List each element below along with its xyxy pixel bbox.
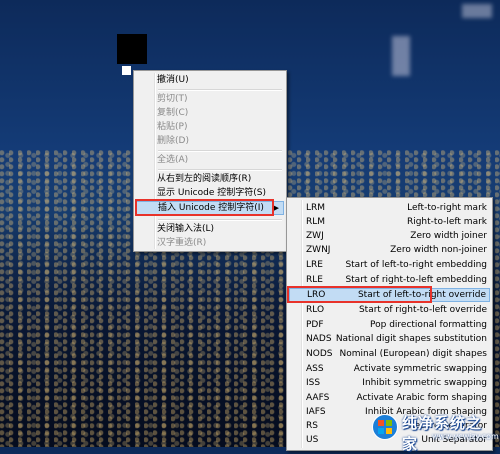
submenu-item-rle[interactable]: RLE Start of right-to-left embedding xyxy=(289,273,490,287)
submenu-item-ass[interactable]: ASS Activate symmetric swapping xyxy=(289,362,490,376)
menu-item-show-unicode-control[interactable]: 显示 Unicode 控制字符(S) xyxy=(136,186,284,200)
menu-item-undo[interactable]: 撤消(U) xyxy=(136,73,284,87)
submenu-item-zwj[interactable]: ZWJ Zero width joiner xyxy=(289,229,490,243)
menu-separator xyxy=(158,219,282,221)
submenu-item-aafs[interactable]: AAFS Activate Arabic form shaping xyxy=(289,391,490,405)
submenu-item-lrm[interactable]: LRM Left-to-right mark xyxy=(289,201,490,215)
menu-separator xyxy=(158,169,282,171)
submenu-item-lre[interactable]: LRE Start of left-to-right embedding xyxy=(289,258,490,272)
control-description: Start of right-to-left embedding xyxy=(345,275,487,285)
submenu-item-zwnj[interactable]: ZWNJ Zero width non-joiner xyxy=(289,243,490,257)
menu-separator xyxy=(158,89,282,91)
control-description: Left-to-right mark xyxy=(407,203,487,213)
menu-item-paste[interactable]: 粘贴(P) xyxy=(136,120,284,134)
control-code: LRM xyxy=(306,203,326,213)
control-code: ASS xyxy=(306,364,324,374)
submenu-item-pdf[interactable]: PDF Pop directional formatting xyxy=(289,318,490,332)
watermark-url: www.ycwjzy.com xyxy=(432,432,499,441)
submenu-arrow-icon: ▶ xyxy=(273,204,279,212)
control-code: AAFS xyxy=(306,393,330,403)
menu-separator xyxy=(158,150,282,152)
control-code: NADS xyxy=(306,334,332,344)
control-description: Start of left-to-right embedding xyxy=(345,260,487,270)
blurred-icon xyxy=(462,4,492,18)
control-description: National digit shapes substitution xyxy=(335,334,487,344)
context-menu: 撤消(U) 剪切(T) 复制(C) 粘贴(P) 删除(D) 全选(A) 从右到左… xyxy=(133,70,287,252)
desktop-dark-square xyxy=(117,34,147,64)
control-code: PDF xyxy=(306,320,324,330)
control-code: RS xyxy=(306,421,318,431)
menu-item-close-ime[interactable]: 关闭输入法(L) xyxy=(136,222,284,236)
submenu-item-nads[interactable]: NADS National digit shapes substitution xyxy=(289,332,490,346)
control-code: LRE xyxy=(306,260,323,270)
menu-item-copy[interactable]: 复制(C) xyxy=(136,106,284,120)
submenu-item-lro[interactable]: LRO Start of left-to-right override xyxy=(289,288,490,302)
menu-item-rtl-reading-order[interactable]: 从右到左的阅读顺序(R) xyxy=(136,172,284,186)
control-code: ISS xyxy=(306,378,321,388)
control-description: Activate Arabic form shaping xyxy=(356,393,487,403)
control-description: Pop directional formatting xyxy=(370,320,487,330)
control-code: RLE xyxy=(306,275,323,285)
control-code: RLO xyxy=(306,305,325,315)
control-description: Right-to-left mark xyxy=(406,217,487,227)
control-code: RLM xyxy=(306,217,326,227)
menu-item-label: 插入 Unicode 控制字符(I) xyxy=(158,203,264,213)
control-description: Start of left-to-right override xyxy=(357,290,486,300)
control-code: US xyxy=(306,435,319,445)
control-description: Zero width joiner xyxy=(410,231,487,241)
windows-logo-icon xyxy=(372,414,398,440)
control-description: Activate symmetric swapping xyxy=(353,364,487,374)
submenu-item-nods[interactable]: NODS Nominal (European) digit shapes xyxy=(289,347,490,361)
control-description: Inhibit symmetric swapping xyxy=(362,378,487,388)
control-code: ZWJ xyxy=(306,231,324,241)
control-code: NODS xyxy=(306,349,333,359)
submenu-item-iss[interactable]: ISS Inhibit symmetric swapping xyxy=(289,376,490,390)
menu-item-cut[interactable]: 剪切(T) xyxy=(136,92,284,106)
menu-item-select-all[interactable]: 全选(A) xyxy=(136,153,284,167)
submenu-item-rlo[interactable]: RLO Start of right-to-left override xyxy=(289,303,490,317)
blurred-icon xyxy=(392,36,410,76)
menu-item-reconvert[interactable]: 汉字重选(R) xyxy=(136,236,284,250)
control-code: IAFS xyxy=(306,407,326,417)
menu-item-delete[interactable]: 删除(D) xyxy=(136,134,284,148)
text-cursor-box[interactable] xyxy=(122,66,131,75)
control-description: Zero width non-joiner xyxy=(390,245,487,255)
control-code: ZWNJ xyxy=(306,245,331,255)
menu-item-insert-unicode-control[interactable]: 插入 Unicode 控制字符(I) ▶ xyxy=(136,201,284,215)
control-description: Nominal (European) digit shapes xyxy=(339,349,487,359)
site-watermark: 纯净系统之家 www.ycwjzy.com xyxy=(372,411,499,453)
control-description: Start of right-to-left override xyxy=(358,305,487,315)
control-code: LRO xyxy=(307,290,326,300)
submenu-item-rlm[interactable]: RLM Right-to-left mark xyxy=(289,215,490,229)
